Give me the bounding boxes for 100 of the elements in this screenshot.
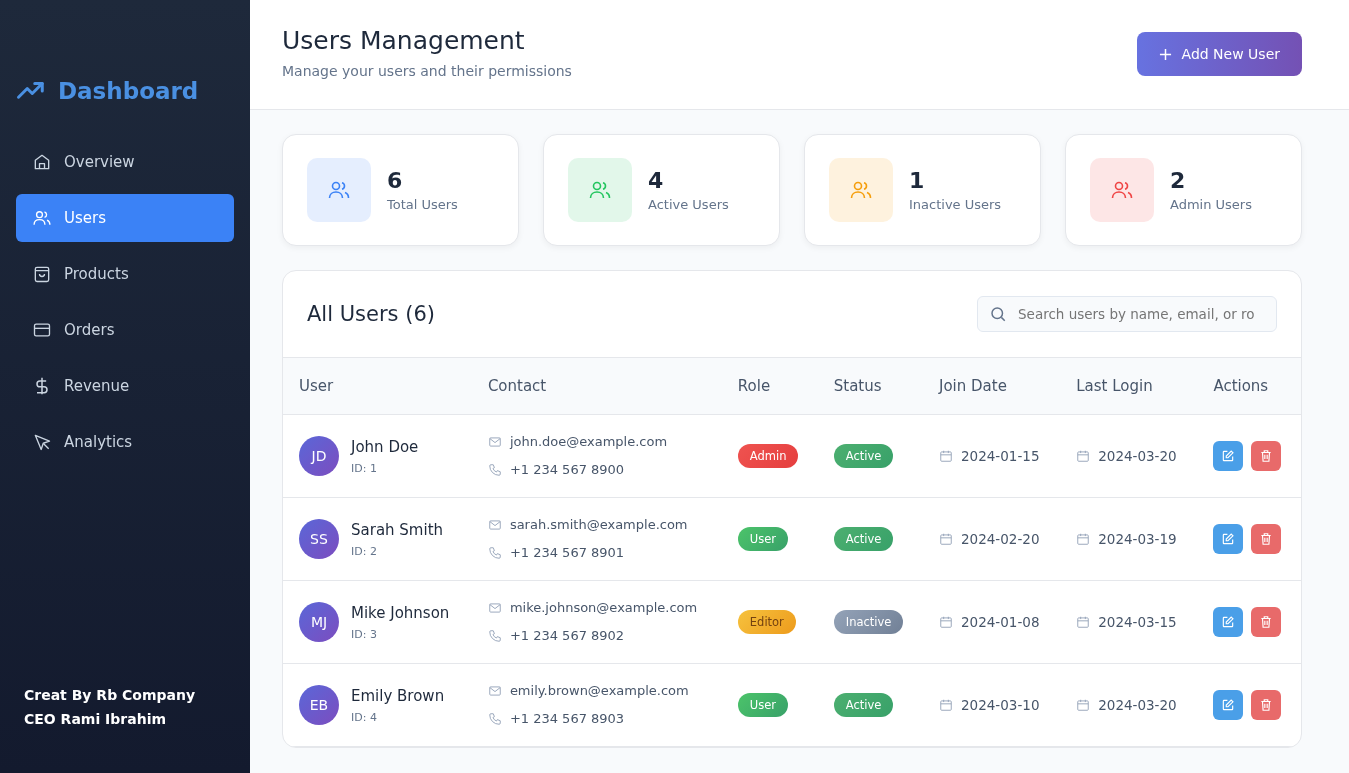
stat-label: Total Users <box>387 197 458 212</box>
phone-text: +1 234 567 8902 <box>509 627 625 645</box>
user-name: John Doe <box>351 437 419 456</box>
edit-icon <box>1221 698 1236 712</box>
page-subtitle: Manage your users and their permissions <box>282 63 572 79</box>
phone-text: +1 234 567 8901 <box>509 544 625 562</box>
home-icon <box>32 152 52 172</box>
user-id: ID: 2 <box>351 544 378 558</box>
delete-button[interactable] <box>1251 524 1282 554</box>
email-text: john.doe@example.com <box>509 433 668 451</box>
role-badge: User <box>737 527 789 551</box>
phone-icon <box>487 463 502 477</box>
email-text: mike.johnson@example.com <box>509 599 698 617</box>
calendar-icon <box>1076 615 1091 629</box>
nav-item[interactable]: Overview <box>16 138 234 186</box>
phone-icon <box>487 712 502 726</box>
nav-item[interactable]: Orders <box>16 306 234 354</box>
stat-label: Active Users <box>648 197 729 212</box>
nav-item[interactable]: Users <box>16 194 234 242</box>
user-name: Sarah Smith <box>351 520 444 539</box>
stat-value: 1 <box>909 168 926 193</box>
edit-button[interactable] <box>1213 441 1244 471</box>
column-header: Join Date <box>923 357 1061 415</box>
avatar: MJ <box>299 602 339 642</box>
email-text: sarah.smith@example.com <box>509 516 688 534</box>
users-icon <box>32 208 52 228</box>
calendar-icon <box>1076 449 1091 463</box>
plus-icon <box>1158 47 1172 61</box>
trash-icon <box>1259 532 1274 546</box>
avatar: EB <box>299 685 339 725</box>
phone-text: +1 234 567 8903 <box>509 710 625 728</box>
calendar-icon <box>939 449 953 463</box>
mail-icon <box>487 435 502 449</box>
cursor-icon <box>32 432 52 452</box>
last-login-date: 2024-03-19 <box>1098 530 1177 549</box>
credit-text: CEO Rami Ibrahim <box>24 710 168 729</box>
edit-button[interactable] <box>1213 524 1244 554</box>
mail-icon <box>487 601 502 615</box>
role-badge: Admin <box>737 444 799 468</box>
stat-value: 4 <box>648 168 665 193</box>
credit-text: Creat By Rb Company <box>24 686 197 705</box>
trash-icon <box>1259 449 1274 463</box>
trash-icon <box>1259 698 1274 712</box>
nav-item[interactable]: Revenue <box>16 362 234 410</box>
nav-item[interactable]: Analytics <box>16 418 234 466</box>
column-header: Actions <box>1197 357 1301 415</box>
delete-button[interactable] <box>1251 441 1282 471</box>
calendar-icon <box>1076 698 1091 712</box>
delete-button[interactable] <box>1251 607 1282 637</box>
status-badge: Active <box>833 527 894 551</box>
edit-button[interactable] <box>1213 690 1244 720</box>
page-title: Users Management <box>282 26 526 55</box>
status-badge: Inactive <box>833 610 904 634</box>
user-name: Emily Brown <box>351 686 445 705</box>
column-header: Contact <box>471 357 722 415</box>
phone-icon <box>487 629 502 643</box>
edit-icon <box>1221 615 1236 629</box>
last-login-date: 2024-03-15 <box>1098 613 1177 632</box>
stat-value: 6 <box>387 168 404 193</box>
edit-icon <box>1221 449 1236 463</box>
trash-icon <box>1259 615 1274 629</box>
stat-value: 2 <box>1170 168 1187 193</box>
join-date: 2024-02-20 <box>961 530 1040 549</box>
table-title: All Users (6) <box>307 302 435 326</box>
phone-icon <box>487 546 502 560</box>
column-header: User <box>283 357 472 415</box>
last-login-date: 2024-03-20 <box>1098 447 1177 466</box>
user-id: ID: 3 <box>351 627 378 641</box>
calendar-icon <box>939 532 953 546</box>
join-date: 2024-01-15 <box>961 447 1040 466</box>
column-header: Status <box>817 357 923 415</box>
status-badge: Active <box>833 444 894 468</box>
brand-title: Dashboard <box>58 78 199 104</box>
stat-label: Inactive Users <box>909 197 1002 212</box>
bag-icon <box>32 264 52 284</box>
last-login-date: 2024-03-20 <box>1098 696 1177 715</box>
search-field[interactable]: Search users by name, email, or ro <box>977 296 1277 332</box>
role-badge: Editor <box>737 610 796 634</box>
phone-text: +1 234 567 8900 <box>509 461 625 479</box>
add-user-button[interactable]: Add New User <box>1136 32 1302 76</box>
calendar-icon <box>939 698 953 712</box>
role-badge: User <box>737 693 789 717</box>
avatar: JD <box>299 436 339 476</box>
join-date: 2024-01-08 <box>961 613 1040 632</box>
nav-item[interactable]: Products <box>16 250 234 298</box>
user-id: ID: 4 <box>351 710 378 724</box>
calendar-icon <box>1076 532 1091 546</box>
edit-button[interactable] <box>1213 607 1244 637</box>
user-name: Mike Johnson <box>351 603 450 622</box>
column-header: Role <box>721 357 818 415</box>
mail-icon <box>487 518 502 532</box>
email-text: emily.brown@example.com <box>509 682 689 700</box>
edit-icon <box>1221 532 1236 546</box>
delete-button[interactable] <box>1251 690 1282 720</box>
calendar-icon <box>939 615 953 629</box>
user-id: ID: 1 <box>351 461 378 475</box>
avatar: SS <box>299 519 339 559</box>
status-badge: Active <box>833 693 894 717</box>
mail-icon <box>487 684 502 698</box>
stat-label: Admin Users <box>1170 197 1252 212</box>
